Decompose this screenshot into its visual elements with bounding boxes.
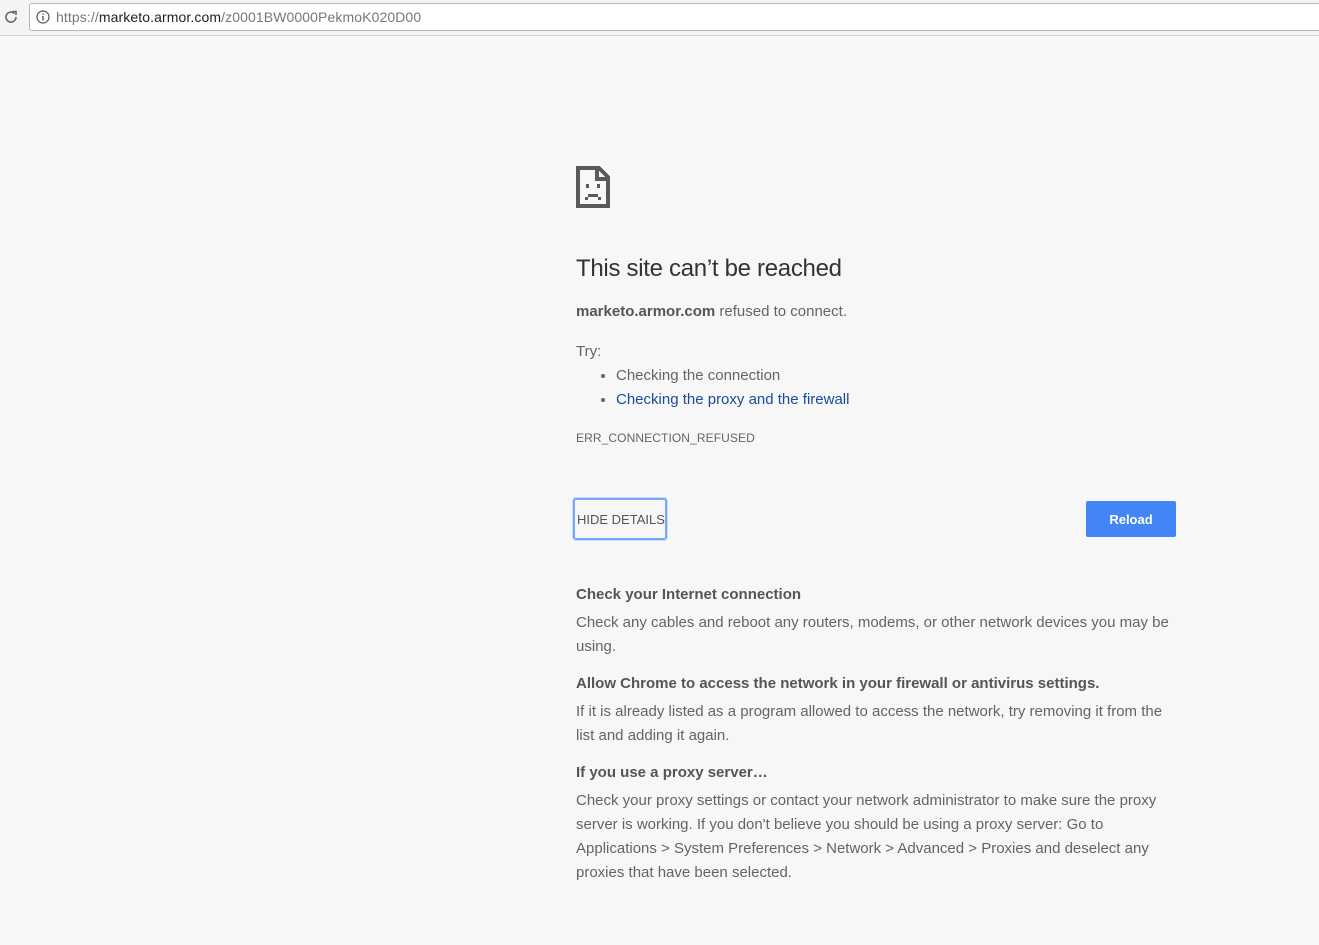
detail-text: Check any cables and reboot any routers,… [576,614,1169,655]
browser-toolbar: https://marketo.armor.com/z0001BW0000Pek… [0,0,1319,36]
detail-heading: Check your Internet connection [576,586,802,603]
detail-heading: If you use a proxy server… [576,764,768,781]
reload-button[interactable]: Reload [1086,501,1176,537]
address-bar[interactable]: https://marketo.armor.com/z0001BW0000Pek… [29,3,1319,31]
detail-text: If it is already listed as a program all… [576,703,1163,744]
url-host: marketo.armor.com [98,9,222,25]
error-code: ERR_CONNECTION_REFUSED [576,431,755,445]
sad-page-icon [576,166,610,208]
page-title: This site can’t be reached [576,255,842,282]
error-host: marketo.armor.com [576,303,716,320]
detail-block: Check your Internet connection Check any… [576,585,1176,659]
details-section: Check your Internet connection Check any… [576,585,1176,900]
url-text[interactable]: https://marketo.armor.com/z0001BW0000Pek… [56,9,421,25]
try-label: Try: [576,343,602,360]
reload-icon[interactable] [3,9,19,25]
error-summary: marketo.armor.com refused to connect. [576,303,847,320]
suggestion-list: Checking the connection Checking the pro… [576,364,849,412]
detail-text: Check your proxy settings or contact you… [576,792,1157,881]
hide-details-button[interactable]: HIDE DETAILS [573,498,667,540]
detail-heading: Allow Chrome to access the network in yo… [576,675,1100,692]
url-scheme: https:// [56,9,99,25]
detail-block: Allow Chrome to access the network in yo… [576,674,1176,748]
suggestion-item: Checking the connection [616,364,849,388]
suggestion-check-connection: Checking the connection [616,367,781,384]
url-path: /z0001BW0000PekmoK020D00 [221,9,422,25]
error-summary-suffix: refused to connect. [715,303,847,320]
info-icon[interactable] [36,10,50,24]
suggestion-item: Checking the proxy and the firewall [616,388,849,412]
suggestion-proxy-firewall-link[interactable]: Checking the proxy and the firewall [616,391,849,408]
detail-block: If you use a proxy server… Check your pr… [576,763,1176,885]
